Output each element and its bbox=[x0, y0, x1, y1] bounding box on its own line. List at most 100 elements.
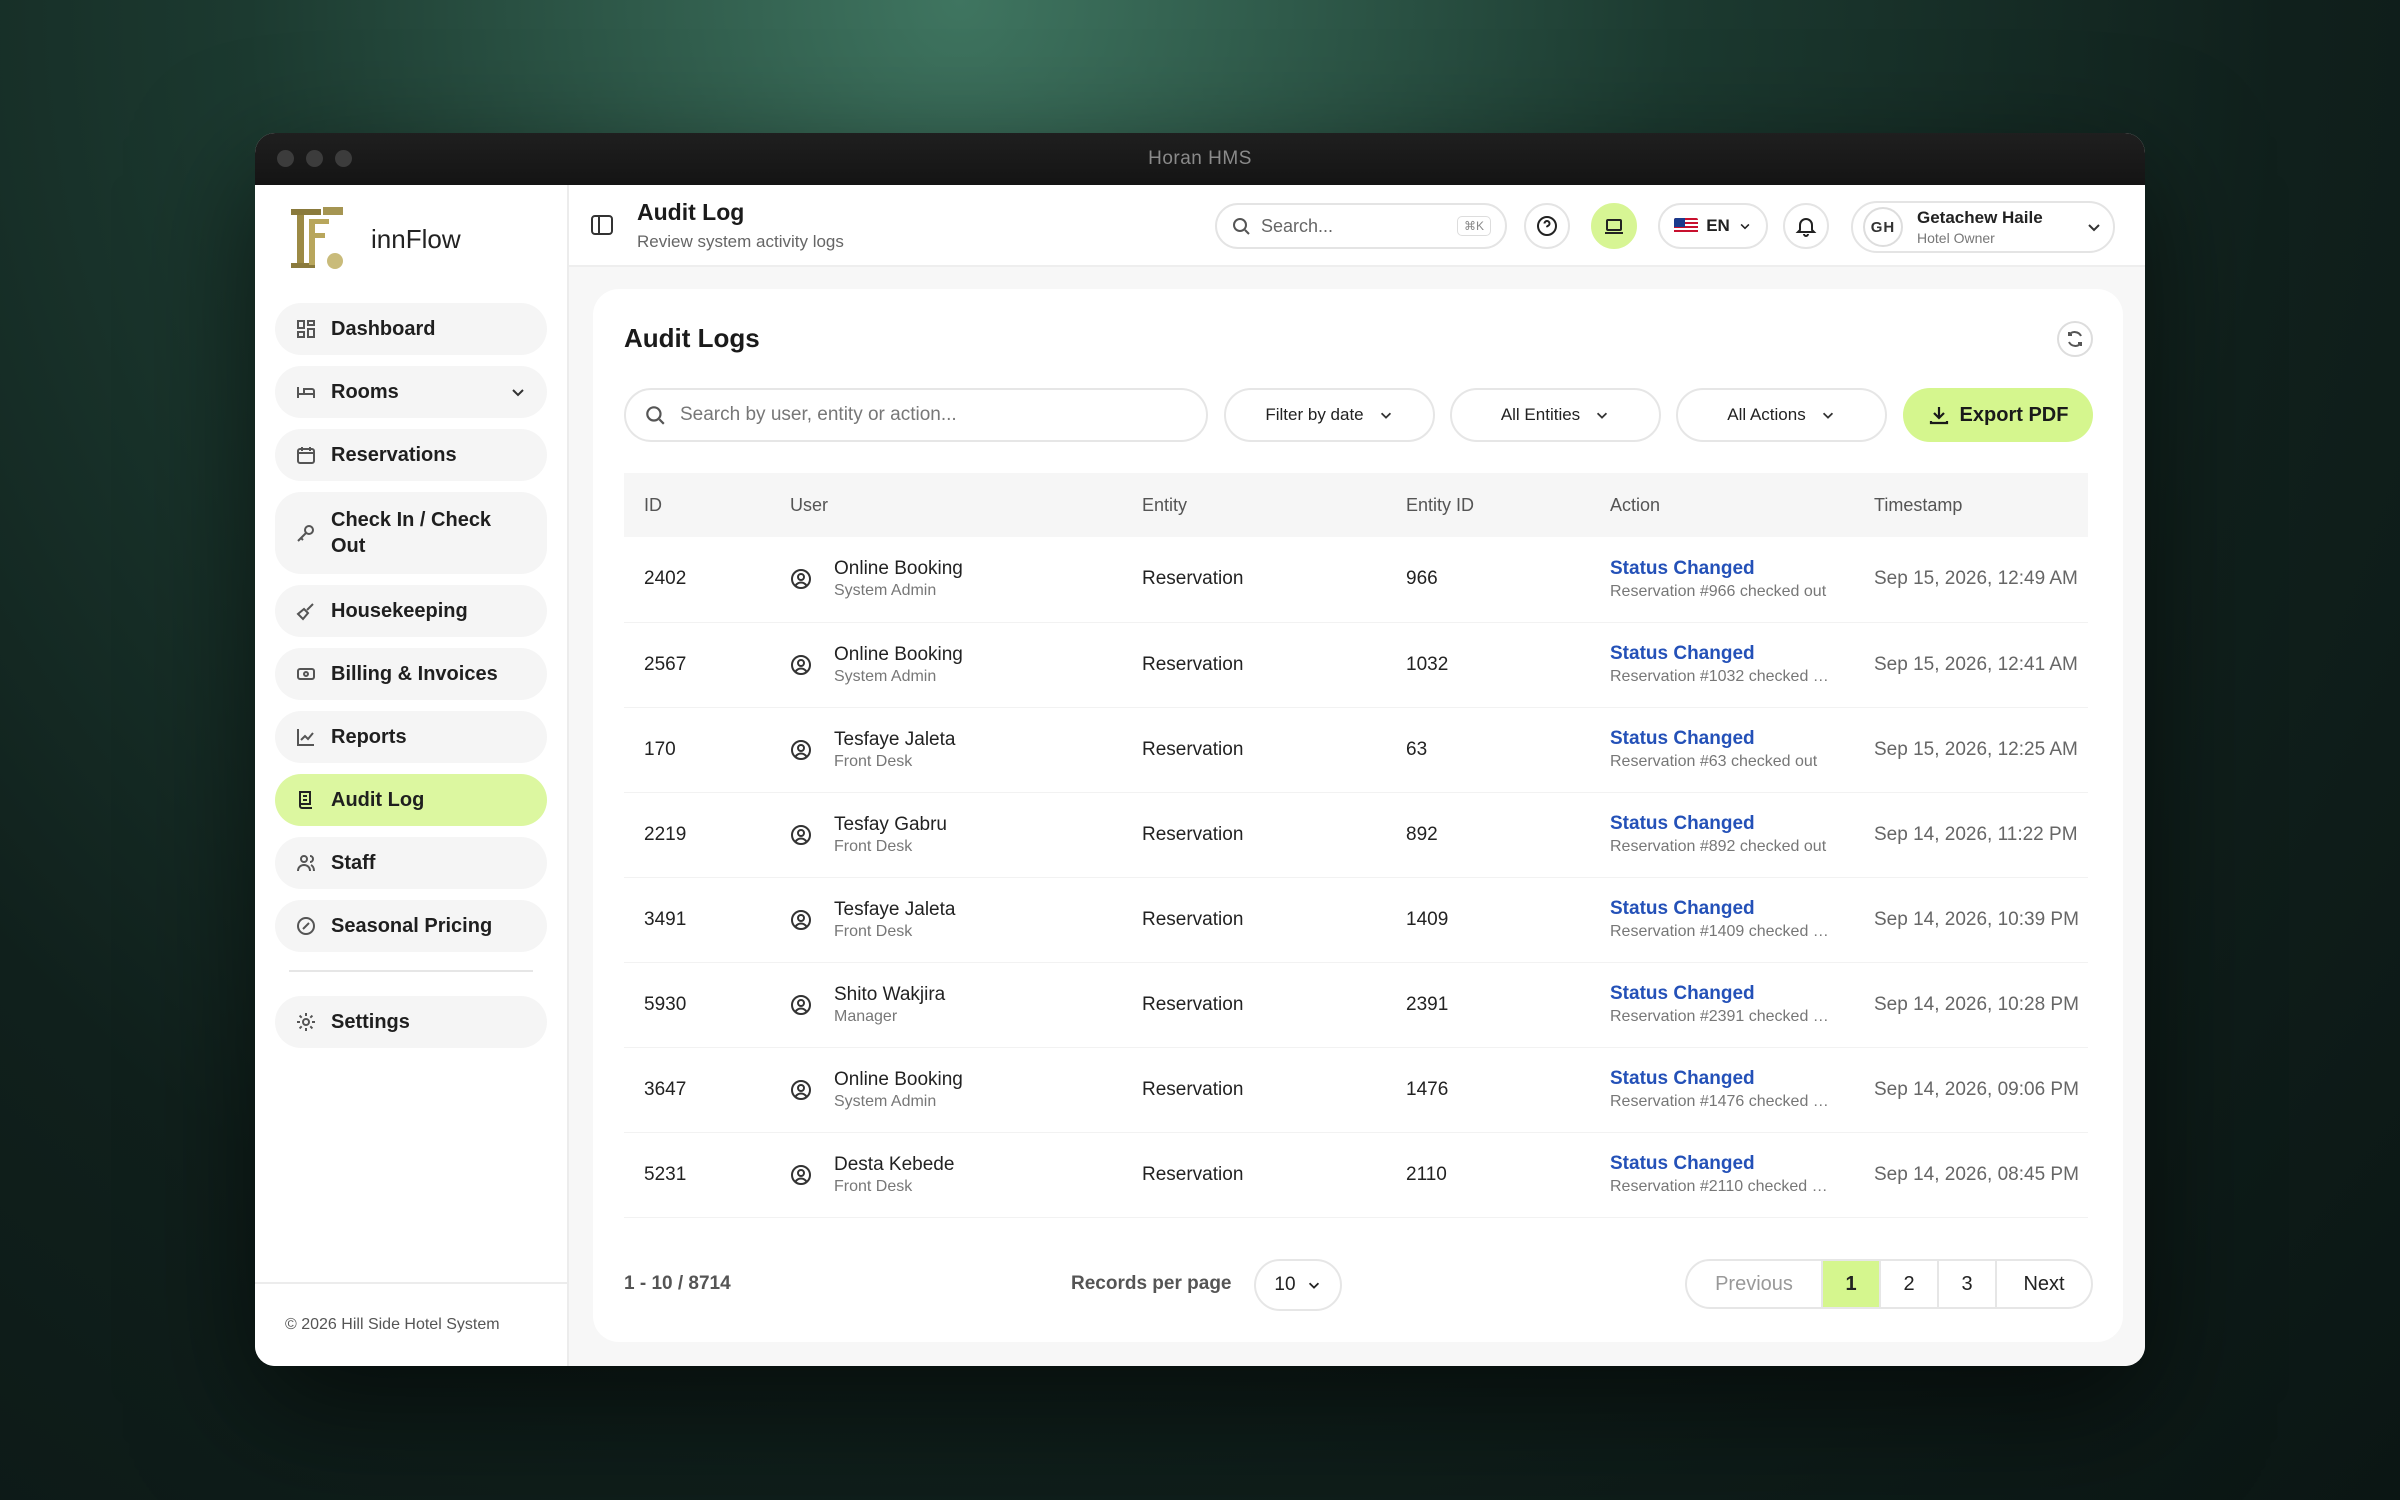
cell-action-detail: Reservation #63 checked out bbox=[1610, 753, 1818, 770]
cell-action[interactable]: Status Changed bbox=[1610, 558, 1854, 580]
gear-icon bbox=[295, 1011, 317, 1033]
cell-action[interactable]: Status Changed bbox=[1610, 1153, 1854, 1175]
cell-id: 2219 bbox=[644, 823, 687, 845]
sidebar-item-settings[interactable]: Settings bbox=[275, 996, 547, 1048]
previous-page-button[interactable]: Previous bbox=[1687, 1261, 1821, 1307]
download-icon bbox=[1929, 407, 1948, 425]
card-title: Audit Logs bbox=[624, 323, 760, 353]
audit-table: ID User Entity Entity ID Action Timestam… bbox=[624, 473, 2088, 1218]
page-button-3[interactable]: 3 bbox=[1937, 1261, 1995, 1307]
sidebar-item-check-in-out[interactable]: Check In / Check Out bbox=[275, 492, 547, 574]
sidebar-item-reservations[interactable]: Reservations bbox=[275, 429, 547, 481]
search-placeholder: Search... bbox=[1261, 215, 1334, 236]
language-selector[interactable]: EN bbox=[1658, 203, 1768, 249]
sidebar-item-label: Rooms bbox=[331, 381, 399, 403]
records-per-page-label: Records per page bbox=[1071, 1273, 1232, 1294]
page-button-1[interactable]: 1 bbox=[1821, 1261, 1879, 1307]
sidebar-item-housekeeping[interactable]: Housekeeping bbox=[275, 585, 547, 637]
user-circle-icon bbox=[791, 654, 811, 675]
table-row[interactable]: 3491 Tesfaye Jaleta Front Desk Reservatio… bbox=[624, 877, 2088, 962]
next-page-button[interactable]: Next bbox=[1995, 1261, 2091, 1307]
cell-user-name: Online Booking bbox=[834, 1068, 963, 1090]
cell-user-name: Tesfaye Jaleta bbox=[834, 728, 956, 750]
sidebar-item-label: Housekeeping bbox=[331, 600, 468, 622]
close-window-button[interactable] bbox=[277, 150, 294, 167]
help-button[interactable] bbox=[1524, 203, 1570, 249]
column-header-action[interactable]: Action bbox=[1590, 473, 1854, 537]
filter-date-dropdown[interactable]: Filter by date bbox=[1224, 388, 1435, 442]
refresh-button[interactable] bbox=[2057, 321, 2093, 357]
calendar-icon bbox=[295, 444, 317, 466]
dashboard-icon bbox=[295, 318, 317, 340]
cell-entity-id: 1476 bbox=[1406, 1078, 1449, 1100]
sidebar-item-billing[interactable]: Billing & Invoices bbox=[275, 648, 547, 700]
cell-user-role: Front Desk bbox=[834, 1177, 913, 1195]
notifications-button[interactable] bbox=[1783, 203, 1829, 249]
broom-icon bbox=[295, 600, 317, 622]
table-row[interactable]: 5231 Desta Kebede Front Desk Reservation … bbox=[624, 1132, 2088, 1217]
main-content: Audit Log Review system activity logs Se… bbox=[569, 185, 2145, 1366]
column-header-user[interactable]: User bbox=[770, 473, 1122, 537]
user-role: Hotel Owner bbox=[1917, 230, 1995, 246]
table-row[interactable]: 2567 Online Booking System Admin Reservat… bbox=[624, 622, 2088, 707]
title-bar: Horan HMS bbox=[255, 133, 2145, 185]
maximize-window-button[interactable] bbox=[335, 150, 352, 167]
column-header-timestamp[interactable]: Timestamp bbox=[1854, 473, 2088, 537]
users-icon bbox=[295, 852, 317, 874]
global-search-input[interactable]: Search... ⌘K bbox=[1215, 203, 1507, 249]
cell-action[interactable]: Status Changed bbox=[1610, 813, 1854, 835]
filter-entities-label: All Entities bbox=[1500, 405, 1581, 424]
cell-entity-id: 63 bbox=[1406, 738, 1428, 760]
chevron-down-icon bbox=[1597, 412, 1608, 419]
records-per-page-select[interactable]: 10 bbox=[1254, 1259, 1342, 1311]
window-controls bbox=[277, 150, 352, 167]
column-header-entity[interactable]: Entity bbox=[1122, 473, 1386, 537]
sidebar-item-audit-log[interactable]: Audit Log bbox=[275, 774, 547, 826]
table-row[interactable]: 170 Tesfaye Jaleta Front Desk Reservation… bbox=[624, 707, 2088, 792]
cell-action[interactable]: Status Changed bbox=[1610, 1068, 1854, 1090]
table-row[interactable]: 2219 Tesfay Gabru Front Desk Reservation … bbox=[624, 792, 2088, 877]
sidebar-item-dashboard[interactable]: Dashboard bbox=[275, 303, 547, 355]
filter-actions-dropdown[interactable]: All Actions bbox=[1676, 388, 1887, 442]
cell-id: 170 bbox=[644, 738, 676, 760]
device-mode-button[interactable] bbox=[1591, 203, 1637, 249]
brand[interactable]: innFlow bbox=[255, 185, 567, 293]
page-title: Audit Log bbox=[637, 198, 745, 225]
minimize-window-button[interactable] bbox=[306, 150, 323, 167]
user-circle-icon bbox=[791, 569, 811, 590]
column-header-id[interactable]: ID bbox=[624, 473, 770, 537]
cell-entity: Reservation bbox=[1142, 993, 1244, 1015]
cell-action[interactable]: Status Changed bbox=[1610, 728, 1854, 750]
cell-entity: Reservation bbox=[1142, 568, 1244, 590]
column-header-entity-id[interactable]: Entity ID bbox=[1386, 473, 1590, 537]
cell-entity-id: 966 bbox=[1406, 568, 1438, 590]
cell-action[interactable]: Status Changed bbox=[1610, 983, 1854, 1005]
records-per-page-value: 10 bbox=[1274, 1274, 1296, 1295]
export-label: Export PDF bbox=[1959, 403, 2069, 426]
cell-timestamp: Sep 15, 2026, 12:41 AM bbox=[1874, 653, 2078, 675]
hotel-logo-icon bbox=[291, 207, 343, 269]
sidebar-toggle-icon[interactable] bbox=[589, 212, 615, 238]
page-button-2[interactable]: 2 bbox=[1879, 1261, 1937, 1307]
table-row[interactable]: 3647 Online Booking System Admin Reservat… bbox=[624, 1047, 2088, 1132]
table-header-row: ID User Entity Entity ID Action Timestam… bbox=[624, 473, 2088, 537]
help-icon bbox=[1537, 216, 1557, 236]
cell-action[interactable]: Status Changed bbox=[1610, 643, 1854, 665]
table-row[interactable]: 2402 Online Booking System Admin Reservat… bbox=[624, 537, 2088, 622]
sidebar-item-seasonal-pricing[interactable]: Seasonal Pricing bbox=[275, 900, 547, 952]
cell-entity-id: 2110 bbox=[1406, 1163, 1447, 1185]
sidebar-item-reports[interactable]: Reports bbox=[275, 711, 547, 763]
sidebar-item-staff[interactable]: Staff bbox=[275, 837, 547, 889]
audit-search-input[interactable]: Search by user, entity or action... bbox=[624, 388, 1208, 442]
export-pdf-button[interactable]: Export PDF bbox=[1903, 388, 2093, 442]
chevron-down-icon[interactable] bbox=[509, 383, 527, 401]
user-menu[interactable]: GH Getachew Haile Hotel Owner bbox=[1851, 201, 2115, 253]
filter-date-label: Filter by date bbox=[1265, 405, 1364, 424]
user-circle-icon bbox=[791, 824, 811, 845]
cell-action[interactable]: Status Changed bbox=[1610, 898, 1854, 920]
laptop-icon bbox=[1605, 219, 1623, 234]
sidebar-item-rooms[interactable]: Rooms bbox=[275, 366, 547, 418]
filter-entities-dropdown[interactable]: All Entities bbox=[1450, 388, 1661, 442]
table-row[interactable]: 5930 Shito Wakjira Manager Reservation 23… bbox=[624, 962, 2088, 1047]
cell-timestamp: Sep 15, 2026, 12:49 AM bbox=[1874, 568, 2078, 590]
